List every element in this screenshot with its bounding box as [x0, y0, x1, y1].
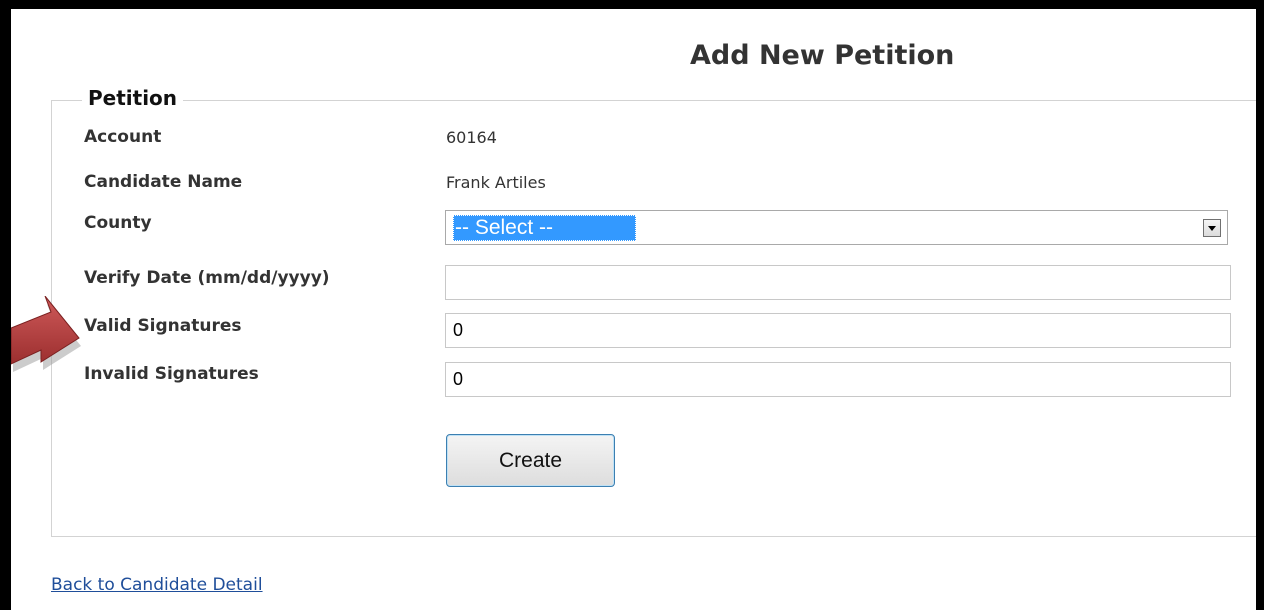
account-label: Account	[84, 127, 162, 147]
invalid-signatures-label: Invalid Signatures	[84, 364, 259, 384]
right-arrow-icon	[11, 296, 81, 372]
create-button[interactable]: Create	[446, 434, 615, 487]
account-value: 60164	[446, 128, 497, 147]
candidate-name-label: Candidate Name	[84, 172, 243, 192]
county-select[interactable]: -- Select --	[445, 210, 1228, 245]
valid-signatures-label: Valid Signatures	[84, 316, 242, 336]
fieldset-legend: Petition	[82, 86, 184, 110]
verify-date-input[interactable]	[445, 265, 1231, 300]
candidate-name-value: Frank Artiles	[446, 173, 546, 192]
county-selected-value: -- Select --	[453, 215, 636, 241]
page-title: Add New Petition	[690, 40, 955, 71]
back-to-candidate-detail-link[interactable]: Back to Candidate Detail	[51, 575, 263, 595]
invalid-signatures-input[interactable]: 0	[445, 362, 1231, 397]
chevron-down-icon[interactable]	[1203, 219, 1221, 237]
verify-date-label: Verify Date (mm/dd/yyyy)	[84, 268, 330, 288]
window-frame-right	[1256, 0, 1264, 610]
county-label: County	[84, 213, 152, 233]
valid-signatures-input[interactable]: 0	[445, 313, 1231, 348]
window-frame-left	[0, 0, 11, 610]
window-frame-top	[0, 0, 1264, 9]
